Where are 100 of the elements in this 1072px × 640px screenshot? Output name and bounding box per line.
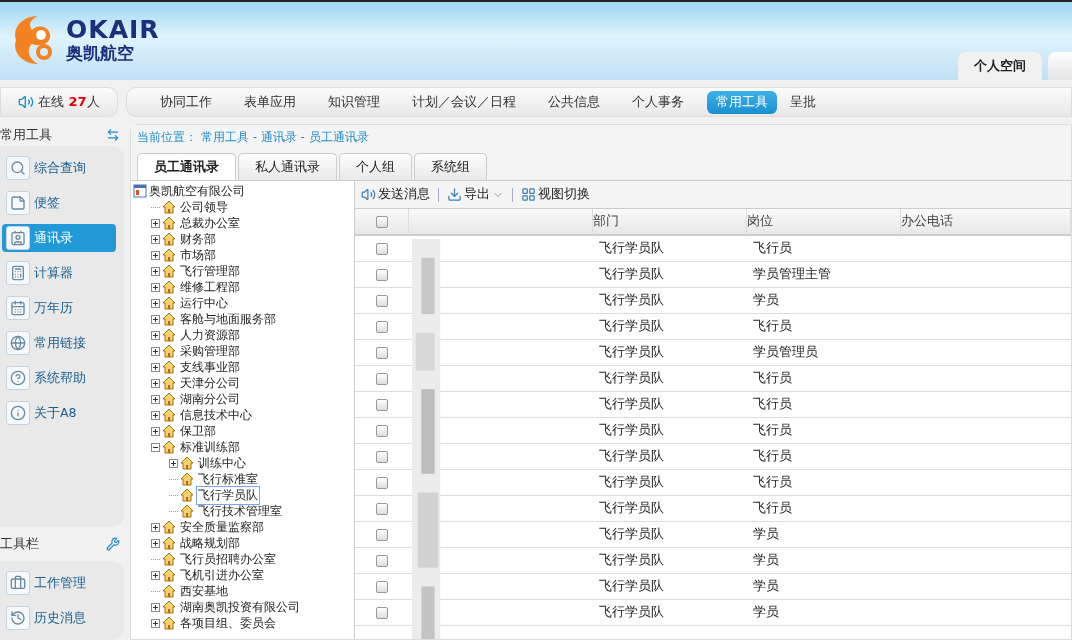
expand-toggle[interactable]: [151, 330, 160, 340]
select-all-checkbox[interactable]: [375, 215, 388, 228]
expand-toggle[interactable]: [151, 394, 160, 404]
tab[interactable]: 个人组: [339, 153, 412, 180]
expand-toggle[interactable]: [151, 602, 160, 612]
row-checkbox[interactable]: [376, 424, 388, 437]
table-cell: 飞行学员队: [593, 366, 747, 392]
toolbar-button[interactable]: 视图切换: [521, 186, 590, 203]
table-cell: 飞行员: [747, 444, 901, 470]
expand-toggle[interactable]: [151, 538, 160, 548]
row-checkbox[interactable]: [376, 268, 388, 281]
house-icon: [162, 408, 176, 422]
expand-toggle[interactable]: [151, 282, 160, 292]
house-icon: [162, 312, 176, 326]
expand-toggle[interactable]: [151, 570, 160, 580]
table-cell: 飞行学员队: [593, 288, 747, 314]
nav-item[interactable]: 表单应用: [235, 90, 305, 114]
nav-item[interactable]: 公共信息: [539, 90, 609, 114]
sidebar-item[interactable]: 关于A8: [2, 399, 116, 427]
row-checkbox[interactable]: [376, 580, 388, 593]
expand-toggle[interactable]: [151, 298, 160, 308]
column-header[interactable]: 部门: [593, 209, 747, 236]
table-cell: 飞行学员队: [593, 600, 747, 626]
sidebar-item[interactable]: 历史消息: [2, 604, 116, 632]
table-cell: 飞行学员队: [593, 392, 747, 418]
row-checkbox[interactable]: [376, 554, 388, 567]
toolbar-button[interactable]: 发送消息: [361, 186, 430, 203]
expand-toggle[interactable]: [151, 378, 160, 388]
house-icon: [162, 344, 176, 358]
expand-toggle[interactable]: [151, 218, 160, 228]
house-icon: [162, 232, 176, 246]
house-icon: [180, 504, 194, 518]
expand-toggle[interactable]: [151, 314, 160, 324]
row-checkbox[interactable]: [376, 294, 388, 307]
table-cell: 学员管理主管: [747, 262, 901, 288]
tab[interactable]: 系统组: [414, 153, 487, 180]
grid-icon: [521, 187, 536, 202]
speaker-icon: [361, 187, 376, 202]
tab[interactable]: 员工通讯录: [137, 153, 236, 180]
help-icon: [6, 366, 30, 390]
row-checkbox[interactable]: [376, 606, 388, 619]
row-checkbox[interactable]: [376, 476, 388, 489]
top-tab[interactable]: 个人空间: [958, 52, 1042, 80]
sidebar-item[interactable]: 系统帮助: [2, 364, 116, 392]
table-cell: 飞行学员队: [593, 496, 747, 522]
tab[interactable]: 私人通讯录: [238, 153, 337, 180]
row-checkbox[interactable]: [376, 242, 388, 255]
house-icon: [162, 360, 176, 374]
calculator-icon: [6, 261, 30, 285]
table-cell: 飞行员: [747, 314, 901, 340]
house-icon: [162, 280, 176, 294]
row-checkbox[interactable]: [376, 398, 388, 411]
nav-item[interactable]: 协同工作: [151, 90, 221, 114]
nav-item[interactable]: 呈批: [781, 90, 825, 114]
collapse-toggle[interactable]: [151, 442, 160, 452]
expand-toggle[interactable]: [151, 250, 160, 260]
expand-toggle[interactable]: [151, 522, 160, 532]
house-icon: [162, 216, 176, 230]
house-icon: [180, 456, 194, 470]
swap-icon[interactable]: [106, 128, 120, 142]
table-cell: 学员管理员: [747, 340, 901, 366]
house-icon: [162, 520, 176, 534]
row-checkbox[interactable]: [376, 372, 388, 385]
toolbar-title: 工具栏: [0, 535, 39, 553]
logo-subtitle: 奥凯航空: [66, 43, 135, 63]
nav-item[interactable]: 知识管理: [319, 90, 389, 114]
house-icon: [162, 536, 176, 550]
tree-node[interactable]: 飞行学员队: [196, 485, 260, 505]
expand-toggle[interactable]: [151, 266, 160, 276]
nav-item[interactable]: 个人事务: [623, 90, 693, 114]
clock-icon: [6, 606, 30, 630]
sidebar-item[interactable]: 万年历: [2, 294, 116, 322]
row-checkbox[interactable]: [376, 450, 388, 463]
house-icon: [162, 424, 176, 438]
expand-toggle[interactable]: [169, 458, 178, 468]
expand-toggle[interactable]: [151, 426, 160, 436]
expand-toggle[interactable]: [151, 410, 160, 420]
toolbar-button[interactable]: 导出: [447, 186, 504, 203]
wrench-icon[interactable]: [106, 537, 120, 551]
row-checkbox[interactable]: [376, 502, 388, 515]
row-checkbox[interactable]: [376, 346, 388, 359]
sidebar-item[interactable]: 综合查询: [2, 154, 116, 182]
row-checkbox[interactable]: [376, 528, 388, 541]
nav-item[interactable]: 计划／会议／日程: [403, 90, 525, 114]
sidebar-item[interactable]: 计算器: [2, 259, 116, 287]
tree-root[interactable]: 奥凯航空有限公司: [149, 182, 245, 200]
table-cell: 飞行学员队: [593, 340, 747, 366]
expand-toggle[interactable]: [151, 362, 160, 372]
expand-toggle[interactable]: [151, 234, 160, 244]
sidebar-item[interactable]: 工作管理: [2, 569, 116, 597]
expand-toggle[interactable]: [151, 346, 160, 356]
column-header[interactable]: 岗位: [747, 209, 901, 236]
house-icon: [162, 328, 176, 342]
column-header[interactable]: 办公电话: [901, 209, 1071, 236]
expand-toggle[interactable]: [151, 618, 160, 628]
sidebar-item[interactable]: 常用链接: [2, 329, 116, 357]
sidebar-item[interactable]: 便签: [2, 189, 116, 217]
sidebar-title: 常用工具: [0, 126, 52, 144]
row-checkbox[interactable]: [376, 320, 388, 333]
speaker-icon: [18, 94, 35, 110]
